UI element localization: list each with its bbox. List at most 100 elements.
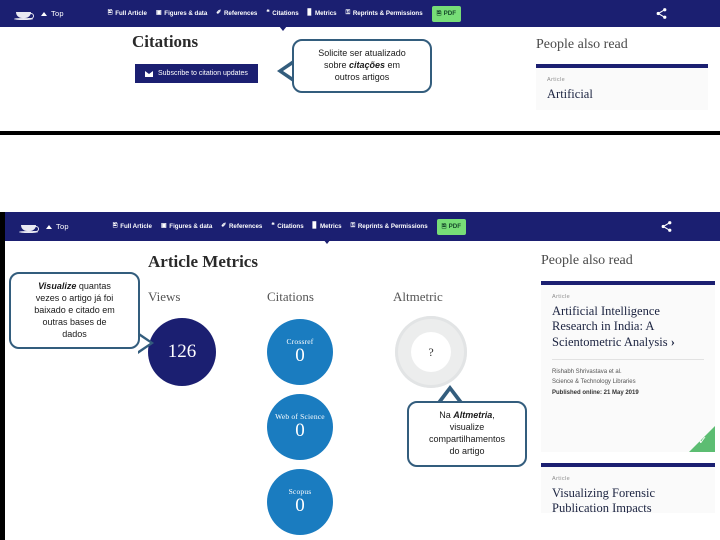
subscribe-to-citation-updates-button[interactable]: Subscribe to citation updates [135, 64, 258, 83]
altmetric-label: Altmetric [393, 289, 443, 304]
nav-label: Reprints & Permissions [352, 10, 423, 17]
nav-item-citations[interactable]: ❝ Citations [266, 9, 299, 31]
web-of-science-value: 0 [295, 419, 305, 441]
navbar-left-group: Top [5, 221, 69, 233]
nav-item-metrics[interactable]: ▊ Metrics [308, 10, 337, 17]
callout-line-3: compartilhamentos [428, 433, 506, 444]
callout-line-4: outras bases de [42, 316, 107, 327]
callout-line-1: Solicite ser atualizado [318, 48, 406, 58]
callout-altmetric-shares: Na Altmetria, visualize compartilhamento… [407, 401, 527, 467]
screenshot-panel-citations: Top 🖹 Full Article ▣ Figures & data ✐ Re… [0, 0, 720, 135]
views-count-value: 126 [167, 341, 197, 363]
people-also-read-rail-bottom: People also read Article Artificial Inte… [541, 253, 715, 513]
nav-item-full-article[interactable]: 🖹 Full Article [108, 10, 147, 17]
callout-line-1: Visualize quantas [20, 281, 129, 293]
pdf-file-icon: 🗎 [436, 10, 442, 17]
figures-icon: ▣ [160, 222, 167, 230]
share-nodes-icon[interactable] [660, 220, 673, 233]
citations-heading: Citations [132, 32, 199, 51]
article-metrics-heading: Article Metrics [148, 252, 258, 271]
scopus-value: 0 [295, 494, 305, 516]
citations-icon: ❝ [266, 9, 270, 17]
nav-label: Metrics [314, 10, 337, 17]
crossref-value: 0 [295, 344, 305, 366]
card-title-text: Artificial Intelligence Research in Indi… [552, 304, 668, 349]
callout-line2-pre: sobre [323, 59, 349, 70]
altmetric-donut[interactable]: ? [395, 316, 467, 388]
altmetric-score-value: ? [411, 332, 451, 372]
citation-circle-web-of-science: Web of Science 0 [267, 394, 333, 460]
taylor-francis-cup-logo [19, 221, 39, 233]
card-kicker: Article [552, 476, 571, 482]
people-also-read-card[interactable]: Article Artificial [536, 64, 708, 110]
citation-circle-crossref: Crossref 0 [267, 319, 333, 385]
card-journal: Science & Technology Libraries [552, 379, 636, 386]
pdf-download-button[interactable]: 🗎 PDF [436, 218, 466, 235]
card-divider [552, 358, 704, 360]
metrics-icon: ▊ [312, 222, 318, 230]
card-kicker: Article [552, 294, 571, 300]
pdf-label: PDF [448, 223, 461, 230]
navbar-items: 🖹 Full Article ▣ Figures & data ✐ Refere… [108, 5, 655, 31]
card-kicker: Article [547, 77, 566, 83]
callout-line1-pre: Na [439, 410, 454, 420]
back-to-top-link[interactable]: Top [41, 9, 64, 18]
callout-line2-emphasis: citações [348, 59, 386, 70]
nav-label: Figures & data [169, 223, 213, 230]
nav-label: Citations [277, 223, 304, 230]
nav-label: Reprints & Permissions [357, 223, 428, 230]
navbar-left-group: Top [0, 8, 64, 20]
people-also-read-card[interactable]: Article Visualizing Forensic Publication… [541, 463, 715, 513]
nav-item-figures-data[interactable]: ▣ Figures & data [156, 10, 207, 17]
document-icon: 🖹 [112, 222, 118, 230]
back-to-top-label: Top [56, 222, 69, 231]
callout-line1-emphasis: Altmetria [453, 410, 493, 420]
metric-column-citations: Citations Crossref 0 Web of Science 0 Sc… [267, 289, 333, 535]
share-nodes-icon[interactable] [655, 7, 668, 20]
back-to-top-label: Top [51, 9, 64, 18]
nav-item-references[interactable]: ✐ References [221, 223, 262, 230]
back-to-top-link[interactable]: Top [46, 222, 69, 231]
nav-item-citations[interactable]: ❝ Citations [271, 223, 303, 230]
nav-label: Citations [272, 10, 299, 17]
references-icon: ✐ [221, 222, 227, 230]
nav-item-figures-data[interactable]: ▣ Figures & data [161, 223, 212, 230]
nav-label: Full Article [120, 223, 152, 230]
chevron-right-icon: › [670, 334, 675, 349]
envelope-icon [145, 70, 153, 77]
nav-label: Figures & data [164, 10, 208, 17]
people-also-read-card[interactable]: Article Artificial Intelligence Research… [541, 281, 715, 452]
callout-line-2: vezes o artigo já foi [35, 292, 114, 303]
citation-circle-scopus: Scopus 0 [267, 469, 333, 535]
pdf-download-button[interactable]: 🗎 PDF [431, 5, 461, 22]
card-authors: Rishabh Shrivastava et al. [552, 368, 622, 375]
citations-label: Citations [267, 289, 314, 304]
callout-line-2: visualize [449, 421, 485, 432]
callout-line-1: Na Altmetria, [418, 410, 516, 422]
nav-item-reprints-permissions[interactable]: ⚿ Reprints & Permissions [346, 10, 423, 17]
metric-column-views: Views 126 [148, 289, 216, 386]
open-access-check-badge: ✓ [689, 426, 715, 452]
people-also-read-title: People also read [541, 253, 633, 268]
callout-line1-post: , [492, 410, 495, 420]
people-also-read-title: People also read [536, 37, 628, 52]
nav-item-metrics[interactable]: ▊ Metrics [312, 222, 342, 244]
nav-item-full-article[interactable]: 🖹 Full Article [113, 223, 152, 230]
card-title: Artificial Intelligence Research in Indi… [552, 304, 704, 350]
views-label: Views [148, 289, 181, 304]
nav-item-references[interactable]: ✐ References [216, 10, 257, 17]
reprints-icon: ⚿ [350, 222, 356, 230]
nav-label: Full Article [115, 10, 147, 17]
nav-item-reprints-permissions[interactable]: ⚿ Reprints & Permissions [351, 223, 428, 230]
figures-icon: ▣ [155, 9, 162, 17]
subscribe-label: Subscribe to citation updates [158, 70, 248, 77]
reprints-icon: ⚿ [345, 9, 351, 17]
nav-label: Metrics [319, 223, 342, 230]
chevron-up-icon [41, 11, 47, 16]
card-title: Visualizing Forensic Publication Impacts [552, 486, 656, 513]
callout-line-3: baixado e citado em [34, 304, 115, 315]
screenshot-panel-article-metrics: Top 🖹 Full Article ▣ Figures & data ✐ Re… [0, 212, 720, 540]
navbar-items: 🖹 Full Article ▣ Figures & data ✐ Refere… [113, 218, 660, 244]
journal-navbar-top: Top 🖹 Full Article ▣ Figures & data ✐ Re… [0, 0, 720, 31]
check-icon: ✓ [698, 435, 708, 447]
